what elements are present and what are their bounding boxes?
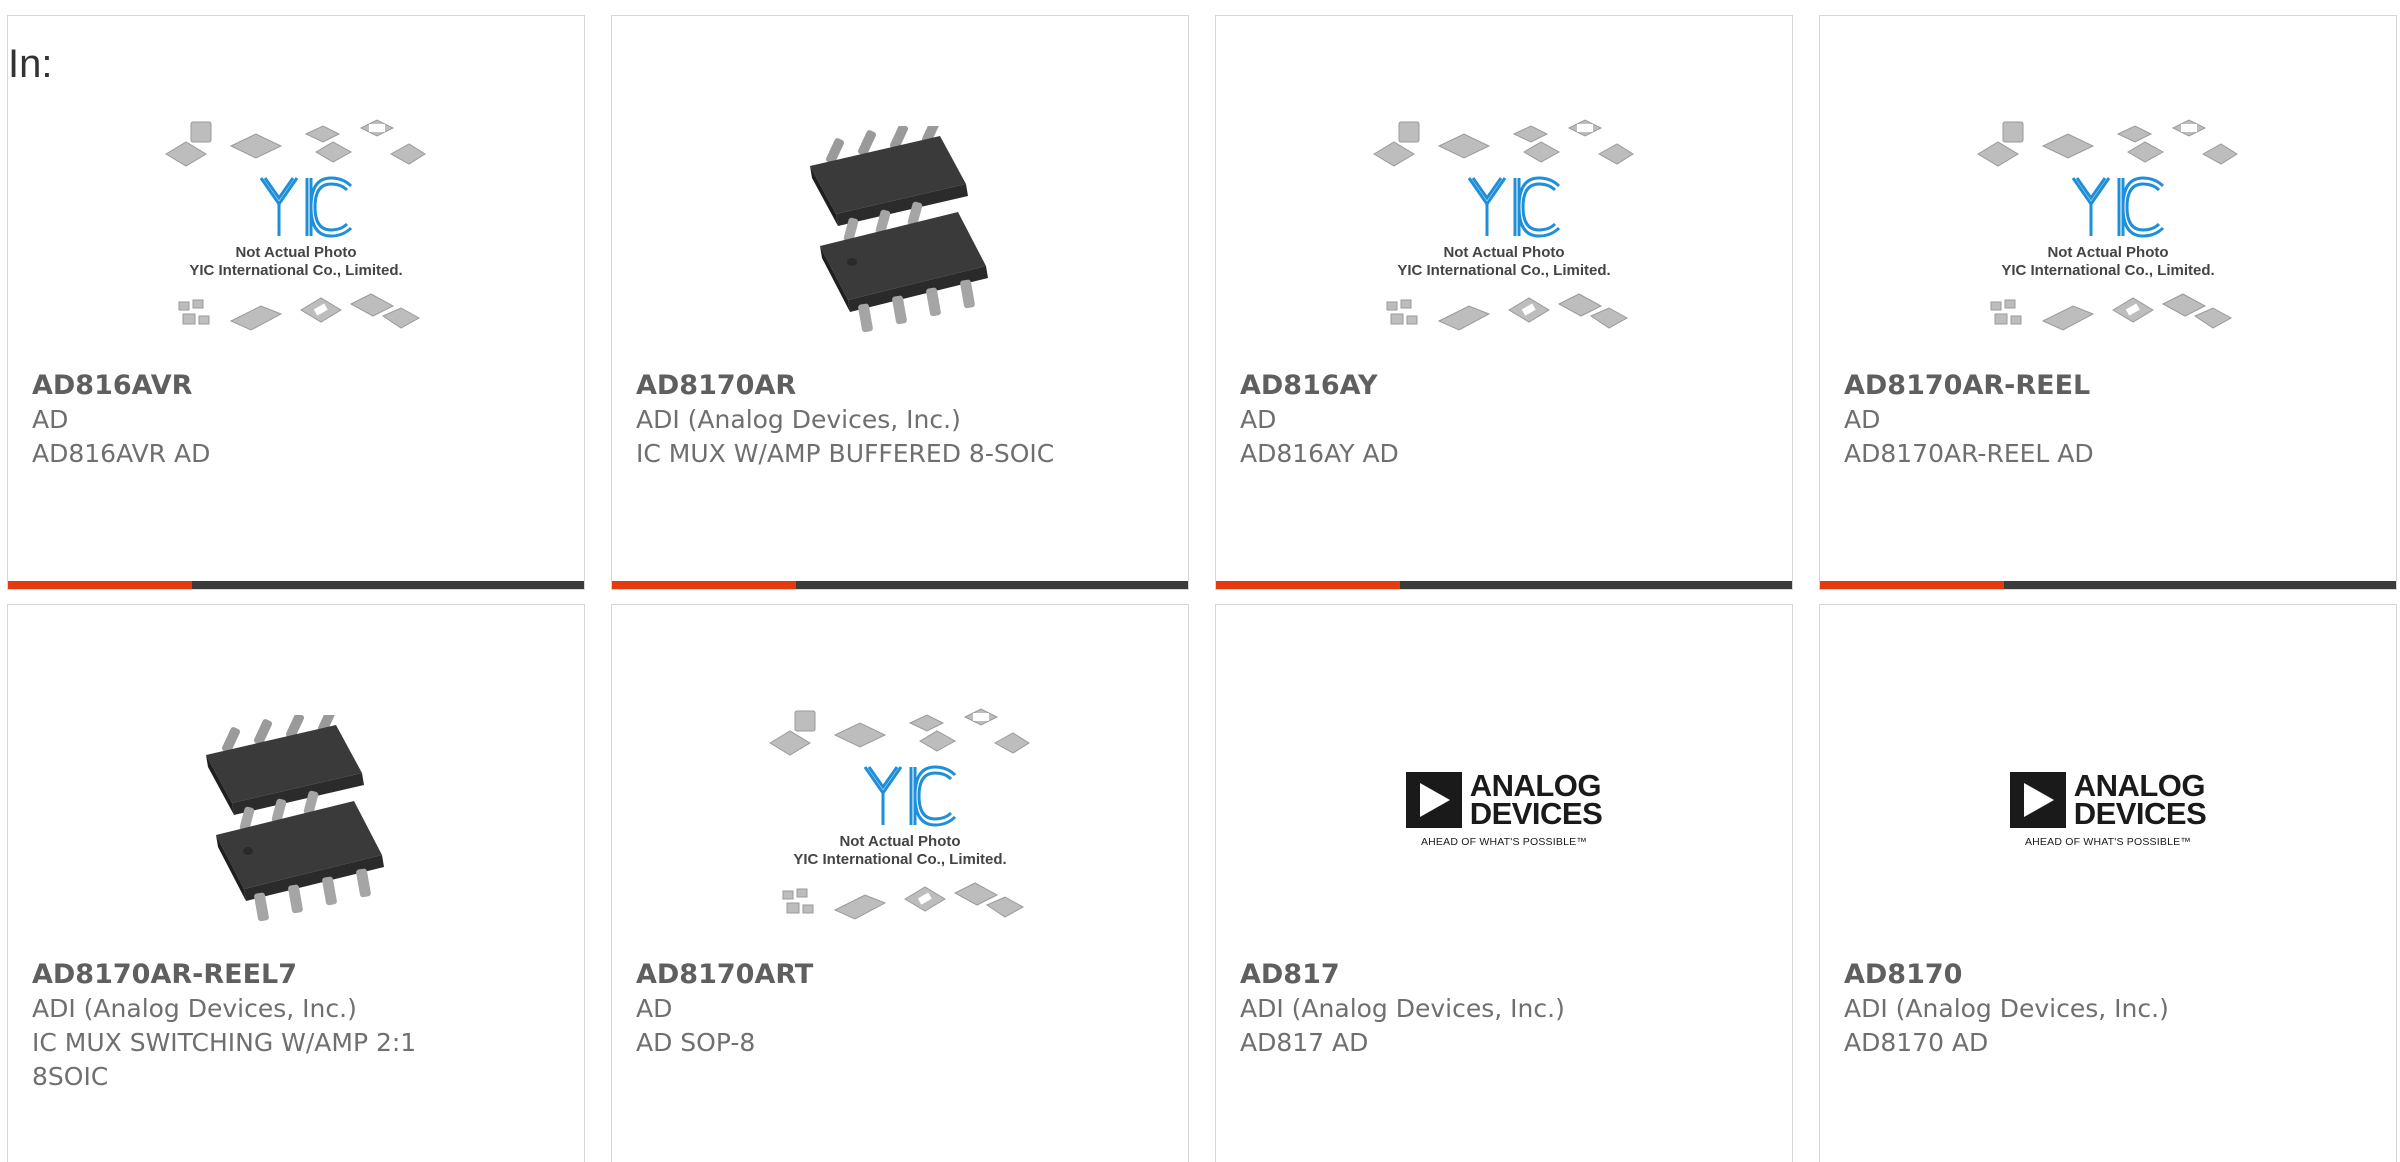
product-info: AD816AVR AD AD816AVR AD (32, 369, 472, 471)
manufacturer: ADI (Analog Devices, Inc.) (1844, 994, 2169, 1023)
placeholder-caption: Not Actual Photo YIC International Co., L… (189, 244, 403, 279)
product-card[interactable]: ANALOG DEVICES AHEAD OF WHAT'S POSSIBLE™… (1215, 604, 1793, 1162)
card-highlight-bar (612, 581, 1188, 589)
product-info: AD8170AR ADI (Analog Devices, Inc.) IC MUX… (636, 369, 1076, 471)
product-card[interactable]: AD8170AR-REEL7 ADI (Analog Devices, Inc.)… (7, 604, 585, 1162)
product-card[interactable]: Not Actual Photo YIC International Co., L… (611, 604, 1189, 1162)
placeholder-image: Not Actual Photo YIC International Co., L… (612, 685, 1188, 955)
product-card[interactable]: Not Actual Photo YIC International Co., L… (1215, 15, 1793, 590)
card-accent-segment (1216, 581, 1401, 589)
manufacturer: AD (636, 994, 673, 1023)
card-highlight-bar (1216, 581, 1792, 589)
description: AD816AY AD (1240, 439, 1399, 468)
product-info: AD816AY AD AD816AY AD (1240, 369, 1680, 471)
product-info: AD8170AR-REEL AD AD8170AR-REEL AD (1844, 369, 2284, 471)
description: AD SOP-8 (636, 1028, 756, 1057)
product-info: AD817 ADI (Analog Devices, Inc.) AD817 AD (1240, 958, 1680, 1060)
description: IC MUX W/AMP BUFFERED 8-SOIC (636, 439, 1055, 468)
brand-logo: ANALOG DEVICES AHEAD OF WHAT'S POSSIBLE™ (1216, 685, 1792, 955)
product-card[interactable]: AD8170AR ADI (Analog Devices, Inc.) IC MUX… (611, 15, 1189, 590)
filter-label: In: (8, 42, 53, 86)
placeholder-caption: Not Actual Photo YIC International Co., L… (1397, 244, 1611, 279)
part-number[interactable]: AD816AVR (32, 369, 472, 403)
card-accent-segment (8, 581, 193, 589)
description: AD817 AD (1240, 1028, 1369, 1057)
placeholder-caption: Not Actual Photo YIC International Co., L… (793, 833, 1007, 868)
placeholder-caption: Not Actual Photo YIC International Co., L… (2001, 244, 2215, 279)
part-number[interactable]: AD8170 (1844, 958, 2284, 992)
product-info: AD8170AR-REEL7 ADI (Analog Devices, Inc.)… (32, 958, 472, 1094)
description: AD8170AR-REEL AD (1844, 439, 2094, 468)
card-highlight-bar (8, 581, 584, 589)
manufacturer: AD (1844, 405, 1881, 434)
product-info: AD8170ART AD AD SOP-8 (636, 958, 1076, 1060)
manufacturer: AD (1240, 405, 1277, 434)
card-accent-segment (1820, 581, 2005, 589)
play-triangle-icon (2009, 772, 2066, 828)
part-number[interactable]: AD8170AR-REEL7 (32, 958, 472, 992)
placeholder-image: Not Actual Photo YIC International Co., L… (1216, 96, 1792, 366)
manufacturer: AD (32, 405, 69, 434)
placeholder-image: Not Actual Photo YIC International Co., L… (1820, 96, 2396, 366)
brand-logo: ANALOG DEVICES AHEAD OF WHAT'S POSSIBLE™ (1820, 685, 2396, 955)
product-card[interactable]: Not Actual Photo YIC International Co., L… (1819, 15, 2397, 590)
manufacturer: ADI (Analog Devices, Inc.) (32, 994, 357, 1023)
chip-photo (8, 685, 584, 955)
card-accent-segment (612, 581, 797, 589)
manufacturer: ADI (Analog Devices, Inc.) (1240, 994, 1565, 1023)
placeholder-image: Not Actual Photo YIC International Co., L… (8, 96, 584, 366)
manufacturer: ADI (Analog Devices, Inc.) (636, 405, 961, 434)
description: AD816AVR AD (32, 439, 211, 468)
product-card[interactable]: ANALOG DEVICES AHEAD OF WHAT'S POSSIBLE™… (1819, 604, 2397, 1162)
description: IC MUX SWITCHING W/AMP 2:1 8SOIC (32, 1028, 417, 1091)
part-number[interactable]: AD8170AR-REEL (1844, 369, 2284, 403)
product-card[interactable]: Not Actual Photo YIC International Co., L… (7, 15, 585, 590)
part-number[interactable]: AD8170ART (636, 958, 1076, 992)
product-info: AD8170 ADI (Analog Devices, Inc.) AD8170 A… (1844, 958, 2284, 1060)
part-number[interactable]: AD816AY (1240, 369, 1680, 403)
card-highlight-bar (1820, 581, 2396, 589)
part-number[interactable]: AD817 (1240, 958, 1680, 992)
chip-photo (612, 96, 1188, 366)
play-triangle-icon (1405, 772, 1462, 828)
product-grid-page: In: Not Actual Photo YIC International C… (0, 0, 2400, 1162)
description: AD8170 AD (1844, 1028, 1989, 1057)
part-number[interactable]: AD8170AR (636, 369, 1076, 403)
